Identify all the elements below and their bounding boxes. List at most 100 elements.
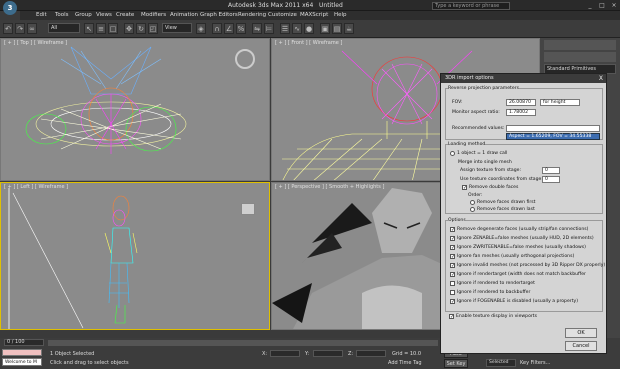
search-input[interactable]: Type a keyword or phrase (432, 2, 510, 10)
fov-mode-dropdown[interactable]: for height (540, 99, 580, 106)
time-slider[interactable]: 0 / 100 (4, 339, 44, 346)
redo-icon[interactable]: ↷ (15, 23, 25, 34)
undo-icon[interactable]: ↶ (3, 23, 13, 34)
viewcube-icon[interactable] (241, 203, 255, 215)
welcome-box[interactable]: Welcome to M (2, 358, 42, 366)
option-label: Ignore fan meshes (usually orthogonal pr… (457, 254, 575, 259)
cancel-button[interactable]: Cancel (565, 341, 597, 351)
mirror-icon[interactable]: ⇋ (252, 23, 262, 34)
material-editor-icon[interactable]: ● (304, 23, 314, 34)
coord-y-label: Y: (305, 351, 310, 357)
percent-snap-icon[interactable]: % (236, 23, 246, 34)
maximize-icon[interactable]: □ (597, 1, 607, 10)
recommended-option[interactable]: Aspect = 1.65209, FOV = 34.55338 (506, 133, 600, 140)
viewport-left-label[interactable]: [ + ] [ Left ] [ Wireframe ] (4, 184, 68, 190)
select-object-icon[interactable]: ↖ (84, 23, 94, 34)
checkbox-icon: ✓ (450, 227, 456, 233)
layer-icon[interactable]: ☰ (280, 23, 290, 34)
curve-editor-icon[interactable]: ∿ (292, 23, 302, 34)
selection-filter-dropdown[interactable]: All (48, 23, 80, 33)
key-filters-button[interactable]: Key Filters... (520, 360, 550, 366)
top-wireframe-mesh (25, 46, 187, 154)
command-panel-tabs[interactable] (544, 40, 616, 50)
menu-tools[interactable]: Tools (55, 12, 69, 18)
menu-maxscript[interactable]: MAXScript (300, 12, 328, 18)
snap-icon[interactable]: ∩ (212, 23, 222, 34)
app-logo-icon[interactable]: 3 (3, 1, 17, 15)
option-checkbox[interactable]: ✓ Ignore if rendertarget (width does not … (450, 272, 586, 278)
option-checkbox[interactable]: ✓ Ignore if FOGENABLE is disabled (usuall… (450, 299, 579, 305)
selection-status: 1 Object Selected (50, 351, 95, 357)
ref-coord-dropdown[interactable]: View (162, 23, 192, 33)
menu-create[interactable]: Create (116, 12, 134, 18)
menu-modifiers[interactable]: Modifiers (141, 12, 166, 18)
dialog-close-button[interactable]: X (599, 74, 603, 83)
assign-stage-spinner[interactable]: 0 (542, 167, 560, 174)
projection-group-title: Reverse projection parameters (448, 86, 519, 91)
set-key-button[interactable]: Set Key (444, 359, 468, 368)
aspect-input[interactable]: 1.78002 (506, 109, 536, 116)
menu-rendering[interactable]: Rendering (238, 12, 266, 18)
options-group-title: Options (448, 218, 466, 223)
menu-group[interactable]: Group (75, 12, 92, 18)
option-label: Ignore if FOGENABLE is disabled (usually… (457, 299, 579, 304)
scale-icon[interactable]: ◰ (148, 23, 158, 34)
checkbox-icon: ✓ (462, 185, 468, 191)
menu-graph-editors[interactable]: Graph Editors (200, 12, 238, 18)
menu-views[interactable]: Views (96, 12, 112, 18)
menu-edit[interactable]: Edit (36, 12, 47, 18)
align-icon[interactable]: ⊨ (264, 23, 274, 34)
option-checkbox[interactable]: ✓ Ignore ZWRITEENABLE=false meshes (usual… (450, 245, 586, 251)
order-first-radio[interactable]: Remove faces drawn first (470, 200, 535, 205)
option-checkbox[interactable]: ✓ Remove degenerate faces (usually strip/… (450, 227, 588, 233)
add-time-tag[interactable]: Add Time Tag (388, 360, 422, 366)
pivot-icon[interactable]: ◈ (196, 23, 206, 34)
create-category-icons[interactable] (544, 52, 616, 62)
option-checkbox[interactable]: Ignore if rendered to rendertarget (450, 281, 535, 286)
option-label: Ignore if rendertarget (width does not m… (457, 272, 586, 277)
remove-double-checkbox[interactable]: ✓ Remove double faces (462, 185, 518, 191)
option-checkbox[interactable]: Ignore if rendered to backbuffer (450, 290, 530, 295)
ok-button[interactable]: OK (565, 328, 597, 338)
move-icon[interactable]: ✥ (124, 23, 134, 34)
viewport-top-label[interactable]: [ + ] [ Top ] [ Wireframe ] (4, 40, 67, 46)
viewport-top[interactable]: [ + ] [ Top ] [ Wireframe ] (0, 38, 270, 181)
minimize-icon[interactable]: _ (585, 1, 595, 10)
viewcube-icon[interactable] (235, 49, 255, 69)
menu-help[interactable]: Help (334, 12, 347, 18)
coord-z-field[interactable] (356, 350, 386, 357)
maxscript-listener-icon[interactable] (2, 349, 42, 356)
recommended-dropdown[interactable] (506, 125, 600, 132)
fov-label: FOV: (452, 100, 463, 105)
render-frame-icon[interactable]: ▤ (332, 23, 342, 34)
track-bar[interactable] (48, 340, 438, 346)
rect-region-icon[interactable]: □ (108, 23, 118, 34)
fov-input[interactable]: 26.00870 (506, 99, 536, 106)
enable-textures-checkbox[interactable]: ✓ Enable texture display in viewports (449, 314, 537, 320)
viewport-left[interactable]: [ + ] [ Left ] [ Wireframe ] (0, 182, 270, 330)
coord-x-field[interactable] (270, 350, 300, 357)
key-mode-dropdown[interactable]: Selected (486, 359, 516, 367)
rotate-icon[interactable]: ↻ (136, 23, 146, 34)
link-icon[interactable]: ∞ (27, 23, 37, 34)
use-tex-stage-spinner[interactable]: 0 (542, 176, 560, 183)
checkbox-icon: ✓ (450, 254, 456, 260)
order-last-radio[interactable]: Remove faces drawn last (470, 207, 535, 212)
close-icon[interactable]: × (609, 1, 619, 10)
viewport-perspective-label[interactable]: [ + ] [ Perspective ] [ Smooth + Highlig… (275, 184, 384, 190)
render-icon[interactable]: ☕ (344, 23, 354, 34)
option-checkbox[interactable]: ✓ Ignore fan meshes (usually orthogonal p… (450, 254, 575, 260)
menu-animation[interactable]: Animation (170, 12, 198, 18)
option-checkbox[interactable]: ✓ Ignore invalid meshes (not processed by… (450, 263, 605, 269)
load-option-radio[interactable]: 1 object = 1 draw call (450, 151, 507, 156)
angle-snap-icon[interactable]: ∠ (224, 23, 234, 34)
radio-icon (470, 200, 475, 205)
option-checkbox[interactable]: ✓ Ignore ZENABLE=false meshes (usually HU… (450, 236, 594, 242)
loading-group-title: Loading method (448, 142, 486, 147)
merge-label: Merge into single mesh (458, 160, 512, 165)
menu-customize[interactable]: Customize (268, 12, 297, 18)
select-by-name-icon[interactable]: ≡ (96, 23, 106, 34)
viewport-front-label[interactable]: [ + ] [ Front ] [ Wireframe ] (275, 40, 342, 46)
coord-y-field[interactable] (313, 350, 343, 357)
render-setup-icon[interactable]: ▣ (320, 23, 330, 34)
